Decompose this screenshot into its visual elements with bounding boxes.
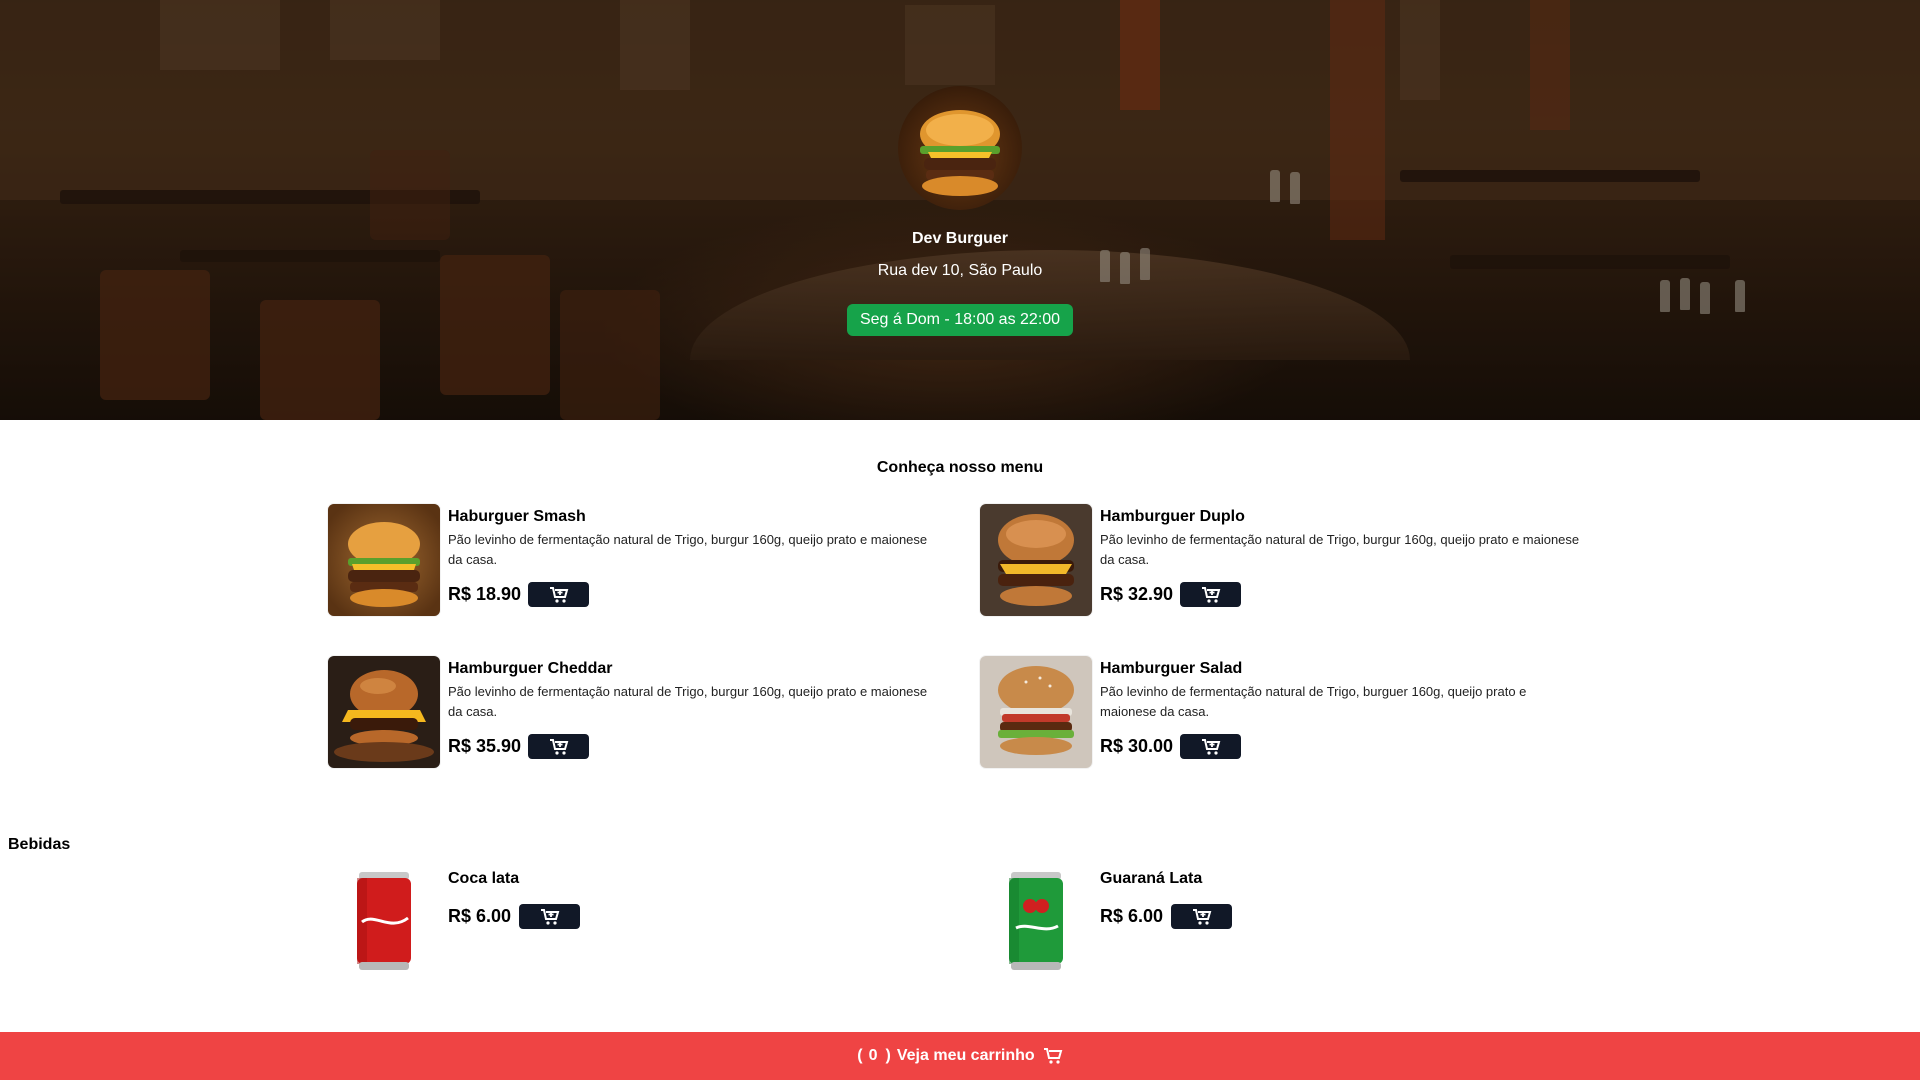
cart-count: 0	[868, 1047, 878, 1064]
item-description: Pão levinho de fermentação natural de Tr…	[1100, 684, 1527, 719]
item-price: R$ 32.90	[1100, 584, 1174, 604]
drink-price: R$ 6.00	[448, 906, 512, 926]
opening-hours-badge: Seg á Dom - 18:00 as 22:00	[847, 304, 1073, 336]
cart-count-close: )	[885, 1047, 891, 1064]
brand-name: Dev Burguer	[911, 230, 1009, 247]
add-to-cart-button[interactable]	[1180, 734, 1241, 759]
hero-header: Dev Burguer Rua dev 10, São Paulo Seg á …	[0, 0, 1920, 420]
item-name: Haburguer Smash	[448, 508, 586, 525]
menu-title: Conheça nosso menu	[876, 459, 1044, 476]
burger-image	[328, 504, 440, 616]
cart-plus-icon	[540, 908, 559, 925]
cart-count-open: (	[857, 1047, 863, 1064]
item-name: Hamburguer Cheddar	[448, 660, 613, 677]
item-price: R$ 18.90	[448, 584, 522, 604]
add-to-cart-button[interactable]	[1180, 582, 1241, 607]
item-description: Pão levinho de fermentação natural de Tr…	[448, 532, 928, 567]
item-price: R$ 30.00	[1100, 736, 1174, 756]
menu-item: Hamburguer Duplo Pão levinho de fermenta…	[980, 504, 1600, 616]
burger-logo-image	[920, 110, 1000, 196]
drinks-title: Bebidas	[8, 836, 71, 853]
item-name: Hamburguer Salad	[1100, 660, 1243, 677]
menu-item: Hamburguer Cheddar Pão levinho de fermen…	[328, 656, 948, 768]
drink-item: Coca lata R$ 6.00	[328, 866, 948, 978]
add-to-cart-button[interactable]	[528, 582, 589, 607]
hero-overlay	[0, 0, 1920, 420]
drink-price: R$ 6.00	[1100, 906, 1164, 926]
view-cart-bar[interactable]: ( 0 ) Veja meu carrinho	[0, 1032, 1920, 1080]
view-cart-label: Veja meu carrinho	[896, 1047, 1035, 1064]
guarana-can-image	[980, 866, 1092, 978]
brand-logo	[898, 86, 1022, 210]
coca-can-image	[328, 866, 440, 978]
cart-plus-icon	[1201, 738, 1220, 755]
menu-item: Hamburguer Salad Pão levinho de fermenta…	[980, 656, 1600, 768]
item-price: R$ 35.90	[448, 736, 522, 756]
burger-image	[980, 504, 1092, 616]
add-to-cart-button[interactable]	[528, 734, 589, 759]
item-description: Pão levinho de fermentação natural de Tr…	[448, 684, 928, 719]
cart-plus-icon	[549, 738, 568, 755]
cart-icon	[1043, 1048, 1063, 1064]
cart-plus-icon	[1201, 586, 1220, 603]
burger-image	[980, 656, 1092, 768]
cart-plus-icon	[549, 586, 568, 603]
drink-name: Coca lata	[448, 870, 520, 887]
add-to-cart-button[interactable]	[519, 904, 580, 929]
burger-image	[328, 656, 440, 768]
cart-plus-icon	[1192, 908, 1211, 925]
brand-address: Rua dev 10, São Paulo	[877, 262, 1043, 279]
drink-name: Guaraná Lata	[1100, 870, 1203, 887]
drink-item: Guaraná Lata R$ 6.00	[980, 866, 1600, 978]
item-description: Pão levinho de fermentação natural de Tr…	[1100, 532, 1580, 567]
menu-item: Haburguer Smash Pão levinho de fermentaç…	[328, 504, 948, 616]
add-to-cart-button[interactable]	[1171, 904, 1232, 929]
item-name: Hamburguer Duplo	[1100, 508, 1245, 525]
